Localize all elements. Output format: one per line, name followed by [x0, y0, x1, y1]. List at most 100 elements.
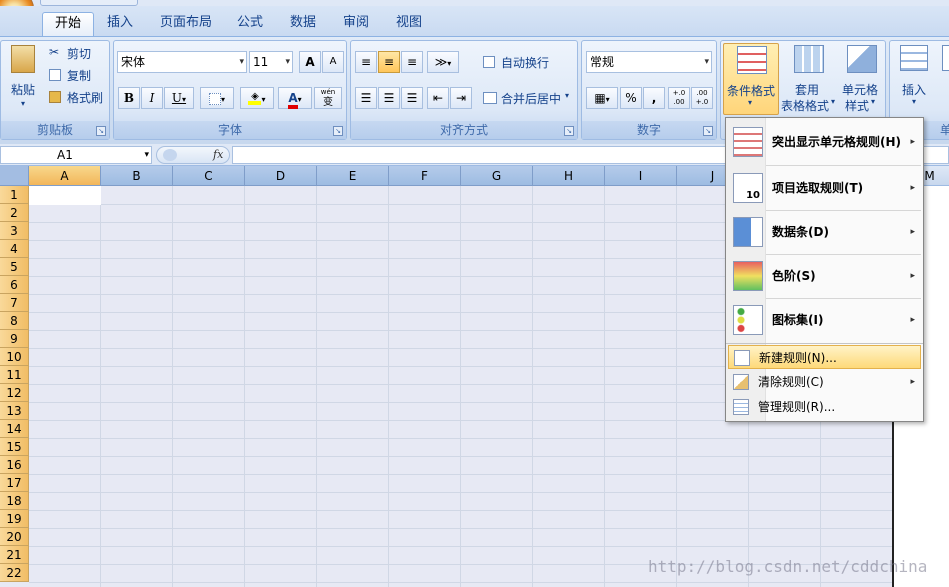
- row-header-1[interactable]: 1: [0, 186, 29, 204]
- select-all-button[interactable]: [0, 166, 29, 186]
- column-header-f[interactable]: F: [389, 166, 461, 186]
- column-header-a[interactable]: A: [29, 166, 101, 186]
- column-header-d[interactable]: D: [245, 166, 317, 186]
- menu-item-icon-sets[interactable]: 图标集(I) ▸: [728, 298, 921, 342]
- menu-item-new-rule[interactable]: 新建规则(N)...: [728, 345, 921, 369]
- font-size-select[interactable]: 11▾: [249, 51, 293, 73]
- paste-button[interactable]: 粘贴 ▾: [5, 43, 41, 115]
- row-header-9[interactable]: 9: [0, 330, 29, 348]
- shrink-font-button[interactable]: A: [322, 51, 344, 73]
- fill-color-button[interactable]: ◈▾: [240, 87, 274, 109]
- orientation-button[interactable]: ≫▾: [427, 51, 459, 73]
- row-header-2[interactable]: 2: [0, 204, 29, 222]
- number-format-select[interactable]: 常规▾: [586, 51, 712, 73]
- menu-item-color-scales[interactable]: 色阶(S) ▸: [728, 254, 921, 298]
- dialog-launcher-icon[interactable]: ↘: [564, 126, 574, 136]
- row-header-8[interactable]: 8: [0, 312, 29, 330]
- tab-view[interactable]: 视图: [384, 12, 434, 36]
- formula-bar-splitter[interactable]: fx: [156, 146, 230, 164]
- chevron-down-icon: ▾: [831, 97, 835, 106]
- menu-item-clear-rules[interactable]: 清除规则(C) ▸: [728, 370, 921, 394]
- bold-button[interactable]: B: [118, 87, 140, 109]
- column-header-g[interactable]: G: [461, 166, 533, 186]
- row-header-13[interactable]: 13: [0, 402, 29, 420]
- decrease-indent-button[interactable]: ⇤: [427, 87, 449, 109]
- row-header-10[interactable]: 10: [0, 348, 29, 366]
- copy-button[interactable]: 复制: [47, 65, 107, 85]
- row-header-3[interactable]: 3: [0, 222, 29, 240]
- delete-cells-icon: [942, 45, 949, 71]
- copy-icon: [49, 69, 61, 81]
- italic-button[interactable]: I: [141, 87, 163, 109]
- row-header-22[interactable]: 22: [0, 564, 29, 582]
- cut-button[interactable]: ✂ 剪切: [47, 43, 107, 63]
- align-left-icon: ☰: [361, 91, 372, 105]
- increase-decimal-button[interactable]: +.0 .00: [668, 87, 690, 109]
- accounting-format-button[interactable]: ▦▾: [586, 87, 618, 109]
- row-header-7[interactable]: 7: [0, 294, 29, 312]
- menu-item-top-bottom-rules[interactable]: 10 项目选取规则(T) ▸: [728, 166, 921, 210]
- row-header-19[interactable]: 19: [0, 510, 29, 528]
- manage-rules-icon: [733, 399, 749, 415]
- column-header-i[interactable]: I: [605, 166, 677, 186]
- chevron-down-icon: ▾: [912, 97, 916, 106]
- row-header-4[interactable]: 4: [0, 240, 29, 258]
- column-header-h[interactable]: H: [533, 166, 605, 186]
- tab-data[interactable]: 数据: [278, 12, 328, 36]
- row-header-21[interactable]: 21: [0, 546, 29, 564]
- column-header-b[interactable]: B: [101, 166, 173, 186]
- underline-button[interactable]: U▾: [164, 87, 194, 109]
- comma-style-button[interactable]: ,: [643, 87, 665, 109]
- font-color-button[interactable]: A▾: [278, 87, 312, 109]
- decrease-decimal-button[interactable]: .00 +.0: [691, 87, 713, 109]
- format-painter-button[interactable]: 格式刷: [47, 87, 109, 107]
- insert-cells-button[interactable]: 插入 ▾: [894, 43, 932, 115]
- align-right-button[interactable]: ☰: [401, 87, 423, 109]
- conditional-formatting-button[interactable]: 条件格式 ▾: [723, 43, 779, 115]
- phonetic-guide-button[interactable]: wén变: [314, 87, 342, 109]
- align-center-button[interactable]: ☰: [378, 87, 400, 109]
- menu-item-data-bars[interactable]: 数据条(D) ▸: [728, 210, 921, 254]
- row-header-12[interactable]: 12: [0, 384, 29, 402]
- merge-center-button[interactable]: 合并后居中 ▾: [479, 87, 575, 109]
- percent-button[interactable]: %: [620, 87, 642, 109]
- insert-function-icon[interactable]: fx: [213, 148, 223, 161]
- row-header-20[interactable]: 20: [0, 528, 29, 546]
- column-header-c[interactable]: C: [173, 166, 245, 186]
- align-middle-button[interactable]: ≡: [378, 51, 400, 73]
- column-header-e[interactable]: E: [317, 166, 389, 186]
- name-box[interactable]: A1 ▾: [0, 146, 152, 164]
- wrap-text-button[interactable]: 自动换行: [479, 51, 575, 73]
- align-bottom-button[interactable]: ≡: [401, 51, 423, 73]
- font-name-select[interactable]: 宋体▾: [117, 51, 247, 73]
- borders-button[interactable]: ▾: [200, 87, 234, 109]
- tab-formulas[interactable]: 公式: [225, 12, 275, 36]
- align-top-button[interactable]: ≡: [355, 51, 377, 73]
- row-header-6[interactable]: 6: [0, 276, 29, 294]
- grow-font-button[interactable]: A: [299, 51, 321, 73]
- align-left-button[interactable]: ☰: [355, 87, 377, 109]
- row-header-14[interactable]: 14: [0, 420, 29, 438]
- tab-page-layout[interactable]: 页面布局: [148, 12, 224, 36]
- delete-cells-button[interactable]: [938, 43, 949, 103]
- format-as-table-button[interactable]: 套用 表格格式 ▾: [781, 43, 837, 115]
- row-header-11[interactable]: 11: [0, 366, 29, 384]
- row-header-5[interactable]: 5: [0, 258, 29, 276]
- row-header-16[interactable]: 16: [0, 456, 29, 474]
- row-header-17[interactable]: 17: [0, 474, 29, 492]
- tab-insert[interactable]: 插入: [95, 12, 145, 36]
- active-cell-a1[interactable]: [29, 186, 101, 205]
- menu-item-manage-rules[interactable]: 管理规则(R)...: [728, 395, 921, 419]
- row-header-15[interactable]: 15: [0, 438, 29, 456]
- dialog-launcher-icon[interactable]: ↘: [703, 126, 713, 136]
- dialog-launcher-icon[interactable]: ↘: [333, 126, 343, 136]
- menu-item-highlight-cells-rules[interactable]: 突出显示单元格规则(H) ▸: [728, 120, 921, 164]
- chevron-down-icon: ▾: [182, 95, 186, 104]
- dialog-launcher-icon[interactable]: ↘: [96, 126, 106, 136]
- increase-indent-button[interactable]: ⇥: [450, 87, 472, 109]
- tab-review[interactable]: 审阅: [331, 12, 381, 36]
- row-header-18[interactable]: 18: [0, 492, 29, 510]
- tab-home[interactable]: 开始: [42, 12, 94, 36]
- cell-styles-button[interactable]: 单元格 样式 ▾: [839, 43, 885, 115]
- alignment-group-label: 对齐方式: [351, 121, 577, 139]
